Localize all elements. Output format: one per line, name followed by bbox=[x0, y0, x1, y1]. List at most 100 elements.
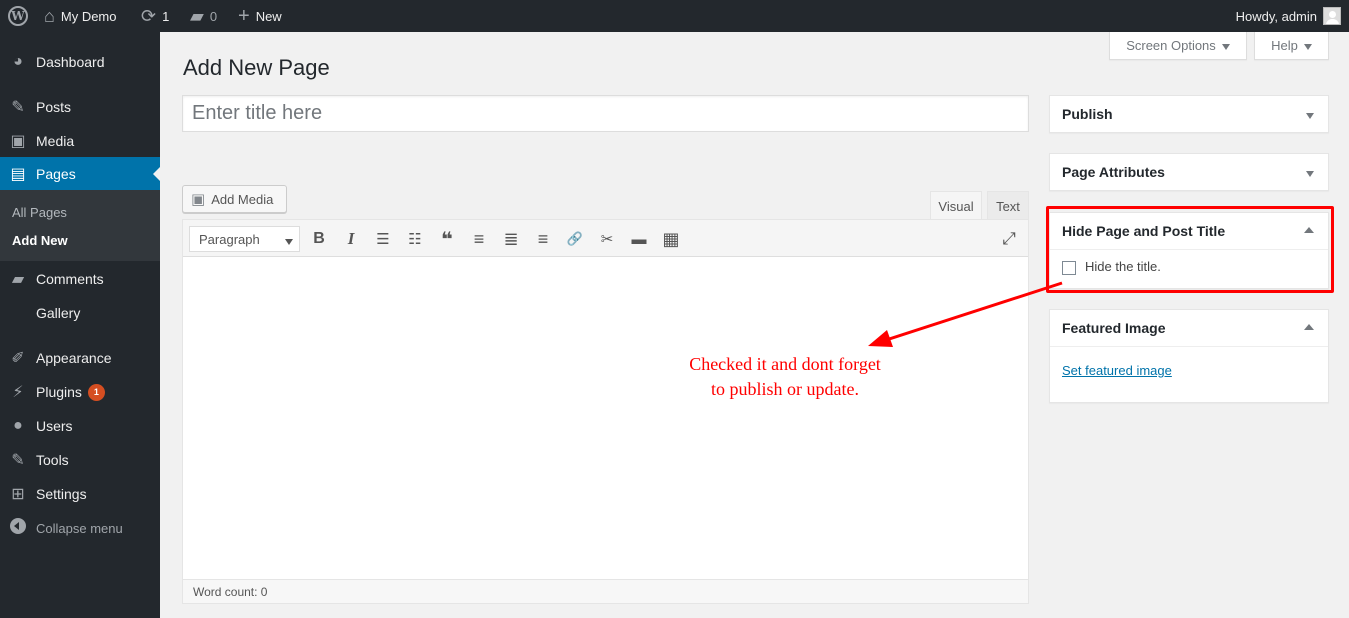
chevron-down-icon[interactable] bbox=[1306, 171, 1314, 177]
publish-metabox: Publish bbox=[1049, 95, 1329, 133]
bold-icon: B bbox=[313, 230, 325, 247]
menu-item-settings[interactable]: ⊞ Settings bbox=[0, 477, 160, 511]
wp-logo-menu[interactable]: W bbox=[8, 0, 28, 32]
site-name: My Demo bbox=[60, 8, 117, 24]
menu-item-appearance[interactable]: ✐ Appearance bbox=[0, 341, 160, 375]
screen-options-button[interactable]: Screen Options bbox=[1109, 32, 1247, 60]
plugin-icon: ⚡ bbox=[12, 384, 24, 401]
screen-options-label: Screen Options bbox=[1126, 38, 1216, 53]
bullet-list-icon: ☰ bbox=[376, 231, 390, 248]
howdy-text: Howdy, admin bbox=[1235, 8, 1317, 24]
align-left-button[interactable]: ≡ bbox=[468, 228, 490, 250]
chevron-down-icon bbox=[1303, 43, 1312, 50]
pages-submenu: All Pages Add New bbox=[0, 190, 160, 261]
plus-icon: + bbox=[238, 5, 250, 27]
blockquote-button[interactable]: ❝ bbox=[436, 228, 458, 251]
annotation-line-1: Checked it and dont forget bbox=[689, 354, 881, 374]
word-count: Word count: 0 bbox=[193, 584, 268, 599]
menu-item-users[interactable]: ● Users bbox=[0, 409, 160, 443]
user-icon: ● bbox=[13, 417, 23, 434]
settings-icon: ⊞ bbox=[11, 486, 25, 503]
chevron-down-icon[interactable] bbox=[1306, 113, 1314, 119]
align-left-icon: ≡ bbox=[473, 228, 485, 249]
page-attributes-heading: Page Attributes bbox=[1062, 164, 1165, 180]
comments-link[interactable]: ▰ 0 bbox=[190, 0, 217, 32]
tab-text[interactable]: Text bbox=[987, 191, 1029, 220]
set-featured-image-link[interactable]: Set featured image bbox=[1062, 363, 1172, 378]
menu-item-comments[interactable]: ▰ Comments bbox=[0, 262, 160, 296]
updates-count: 1 bbox=[162, 8, 170, 24]
publish-heading: Publish bbox=[1062, 106, 1113, 122]
editor-status-bar: Word count: 0 bbox=[183, 579, 1028, 603]
page-attributes-metabox-header[interactable]: Page Attributes bbox=[1050, 154, 1328, 190]
publish-metabox-header[interactable]: Publish bbox=[1050, 96, 1328, 132]
chevron-up-icon[interactable] bbox=[1304, 324, 1314, 330]
help-button[interactable]: Help bbox=[1254, 32, 1329, 60]
collapse-label: Collapse menu bbox=[36, 520, 123, 536]
menu-label: Users bbox=[36, 418, 73, 434]
fullscreen-button[interactable]: ⤢ bbox=[998, 228, 1020, 250]
bold-button[interactable]: B bbox=[308, 228, 330, 250]
featured-image-heading: Featured Image bbox=[1062, 320, 1166, 336]
menu-item-media[interactable]: ▣ Media bbox=[0, 124, 160, 158]
my-account-menu[interactable]: Howdy, admin bbox=[1236, 0, 1341, 32]
featured-image-metabox-header[interactable]: Featured Image bbox=[1050, 310, 1328, 346]
submenu-add-new[interactable]: Add New bbox=[12, 233, 68, 248]
align-center-button[interactable]: ≣ bbox=[500, 228, 522, 250]
read-more-button[interactable]: ▬ bbox=[628, 228, 650, 250]
align-right-button[interactable]: ≡ bbox=[532, 228, 554, 250]
chevron-down-icon bbox=[285, 239, 293, 245]
bullet-list-button[interactable]: ☰ bbox=[372, 228, 394, 250]
menu-label: Appearance bbox=[36, 350, 112, 366]
menu-item-dashboard[interactable]: ◕ Dashboard bbox=[0, 45, 160, 79]
link-button[interactable]: 🔗 bbox=[564, 228, 586, 250]
page-attributes-metabox: Page Attributes bbox=[1049, 153, 1329, 191]
menu-item-posts[interactable]: ✎ Posts bbox=[0, 90, 160, 124]
title-input[interactable] bbox=[182, 95, 1029, 132]
format-select-value: Paragraph bbox=[199, 231, 260, 247]
new-label: New bbox=[255, 8, 282, 24]
editor-content-area[interactable] bbox=[183, 257, 1028, 579]
menu-label: Dashboard bbox=[36, 54, 105, 70]
toolbar-toggle-button[interactable]: ▦ bbox=[660, 228, 682, 250]
new-content-link[interactable]: + New bbox=[238, 0, 282, 32]
paintbrush-icon: ✐ bbox=[11, 350, 25, 367]
menu-label: Settings bbox=[36, 486, 87, 502]
collapse-menu-button[interactable]: Collapse menu bbox=[0, 511, 160, 545]
comment-icon: ▰ bbox=[190, 6, 204, 26]
content-editor: Paragraph B I ☰ ☷ ❝ ≡ ≣ ≡ 🔗 ✂ ▬ ▦ ⤢ Word… bbox=[182, 219, 1029, 604]
add-media-button[interactable]: ▣ Add Media bbox=[182, 185, 287, 213]
wordpress-logo-icon: W bbox=[8, 6, 28, 26]
dashboard-icon: ◕ bbox=[13, 53, 23, 70]
align-center-icon: ≣ bbox=[503, 228, 519, 249]
pages-icon: ▤ bbox=[10, 166, 26, 183]
collapse-icon bbox=[10, 517, 26, 534]
unlink-button[interactable]: ✂ bbox=[596, 228, 618, 250]
read-more-icon: ▬ bbox=[631, 230, 647, 248]
menu-label: Plugins bbox=[36, 384, 82, 400]
submenu-all-pages[interactable]: All Pages bbox=[12, 205, 67, 220]
menu-item-pages[interactable]: ▤ Pages bbox=[0, 157, 160, 191]
numbered-list-icon: ☷ bbox=[408, 231, 422, 248]
menu-item-gallery[interactable]: Gallery bbox=[0, 296, 160, 330]
italic-button[interactable]: I bbox=[340, 228, 362, 250]
updates-link[interactable]: ⟳ 1 bbox=[141, 0, 169, 32]
comments-count: 0 bbox=[209, 8, 218, 24]
link-icon: 🔗 bbox=[566, 231, 584, 246]
annotation-line-2: to publish or update. bbox=[711, 379, 859, 399]
site-name-link[interactable]: ⌂ My Demo bbox=[44, 0, 117, 32]
plugins-update-badge: 1 bbox=[87, 383, 105, 401]
menu-label: Media bbox=[36, 133, 75, 149]
chevron-down-icon bbox=[1221, 43, 1230, 50]
italic-icon: I bbox=[347, 229, 355, 248]
fullscreen-icon: ⤢ bbox=[1002, 229, 1016, 248]
tab-visual[interactable]: Visual bbox=[930, 191, 982, 220]
numbered-list-button[interactable]: ☷ bbox=[404, 228, 426, 250]
avatar bbox=[1323, 7, 1341, 25]
unlink-icon: ✂ bbox=[600, 231, 614, 248]
menu-item-plugins[interactable]: ⚡ Plugins 1 bbox=[0, 375, 160, 409]
format-select[interactable]: Paragraph bbox=[189, 226, 300, 252]
menu-item-tools[interactable]: ✎ Tools bbox=[0, 443, 160, 477]
menu-label: Tools bbox=[36, 452, 69, 468]
help-label: Help bbox=[1271, 38, 1298, 53]
